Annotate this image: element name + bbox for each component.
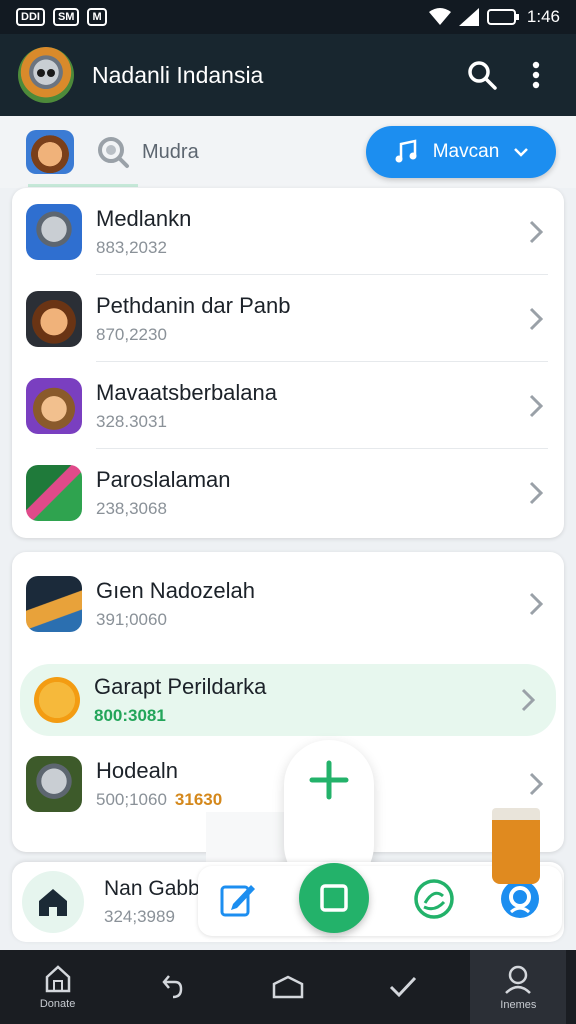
home-shape-icon bbox=[272, 975, 304, 999]
home-icon[interactable] bbox=[22, 871, 84, 933]
sun-icon bbox=[34, 677, 80, 723]
score-badge: 31630 bbox=[174, 789, 223, 809]
list-item-title: Gıen Nadozelah bbox=[96, 577, 255, 603]
nav-label: Inemes bbox=[500, 999, 537, 1011]
list-item-subtitle: 391;0060 bbox=[96, 609, 167, 629]
check-icon bbox=[390, 976, 417, 998]
more-vert-icon[interactable] bbox=[514, 53, 558, 97]
refresh-icon[interactable] bbox=[411, 876, 457, 927]
list-item-subtitle: 328.3031 bbox=[96, 411, 167, 431]
nav-label: Donate bbox=[39, 998, 76, 1010]
search-label: Mudra bbox=[142, 140, 199, 163]
notif-icon: DDI bbox=[16, 8, 45, 26]
chevron-right-icon bbox=[524, 481, 548, 505]
back-icon bbox=[162, 975, 183, 999]
system-nav-bar: Donate Inemes bbox=[0, 950, 576, 1024]
music-button-label: Mavcan bbox=[432, 141, 500, 162]
tab-indicator bbox=[28, 184, 138, 187]
square-button[interactable] bbox=[299, 863, 369, 933]
stop-icon bbox=[320, 884, 348, 912]
list-item-title: Pethdanin dar Panb bbox=[96, 292, 291, 318]
list-item-selected[interactable]: Garapt Perildarka 800:3081 bbox=[20, 664, 556, 736]
battery-icon bbox=[486, 9, 519, 25]
notif-icon: M bbox=[87, 8, 107, 26]
app-title: Nadanli Indansia bbox=[92, 61, 264, 88]
nav-donate[interactable]: Donate bbox=[10, 950, 106, 1024]
music-note-icon bbox=[395, 139, 417, 163]
nav-profile[interactable]: Inemes bbox=[470, 950, 567, 1024]
tent-app-icon bbox=[26, 575, 82, 632]
clock: 1:46 bbox=[526, 7, 560, 26]
back-button[interactable] bbox=[125, 950, 221, 1024]
status-bar: DDI SM M 1:46 bbox=[0, 0, 576, 34]
list-item-subtitle: 870,2230 bbox=[96, 324, 167, 344]
chevron-down-icon bbox=[514, 148, 529, 157]
chevron-right-icon bbox=[524, 394, 548, 418]
check-button[interactable] bbox=[355, 950, 451, 1024]
beer-icon bbox=[492, 808, 540, 884]
search-icon bbox=[98, 137, 129, 168]
list-item-title: Paroslalaman bbox=[96, 466, 231, 492]
notif-icon: SM bbox=[52, 8, 80, 26]
person-search-icon bbox=[505, 965, 532, 994]
filter-bar: Mudra Mavcan bbox=[0, 116, 576, 188]
list-item[interactable]: Pethdanin dar Panb 870,2230 bbox=[12, 275, 564, 362]
chevron-right-icon bbox=[524, 772, 548, 796]
app-logo bbox=[18, 47, 74, 103]
chevron-right-icon bbox=[516, 688, 540, 712]
list-item-subtitle: 883,2032 bbox=[96, 237, 167, 257]
notification-icons: DDI SM M bbox=[16, 8, 107, 26]
character-app-icon bbox=[26, 377, 82, 434]
list-item[interactable]: Gıen Nadozelah 391;0060 bbox=[12, 560, 564, 647]
list-item-subtitle: 800:3081 bbox=[94, 706, 166, 725]
character-app-icon bbox=[26, 290, 82, 347]
music-dropdown-button[interactable]: Mavcan bbox=[366, 126, 556, 178]
plus-icon bbox=[309, 760, 349, 800]
edit-icon[interactable] bbox=[219, 880, 257, 923]
search-icon[interactable] bbox=[460, 53, 504, 97]
list-item-title: Mavaatsberbalana bbox=[96, 379, 278, 405]
list-item-title: Garapt Perildarka bbox=[94, 674, 267, 699]
chevron-right-icon bbox=[524, 307, 548, 331]
sword-app-icon bbox=[26, 464, 82, 521]
chevron-right-icon bbox=[524, 592, 548, 616]
avatar[interactable] bbox=[26, 130, 74, 174]
search-filter[interactable]: Mudra bbox=[96, 135, 366, 169]
list-card: Medlankn 883,2032 Pethdanin dar Panb 870… bbox=[12, 188, 564, 538]
robot-app-icon bbox=[26, 755, 82, 812]
list-item-title: Medlankn bbox=[96, 205, 192, 231]
chevron-right-icon bbox=[524, 220, 548, 244]
list-item[interactable]: Mavaatsberbalana 328.3031 bbox=[12, 362, 564, 449]
list-item[interactable]: Paroslalaman 238,3068 bbox=[12, 449, 564, 536]
list-item-subtitle: 500;1060 bbox=[96, 789, 167, 809]
home-outline-icon bbox=[45, 965, 70, 993]
home-button[interactable] bbox=[240, 950, 336, 1024]
robot-app-icon bbox=[26, 203, 82, 260]
wifi-icon bbox=[428, 8, 451, 25]
app-bar: Nadanli Indansia bbox=[0, 34, 576, 116]
signal-icon bbox=[458, 8, 479, 26]
list-item-subtitle: 238,3068 bbox=[96, 498, 167, 518]
list-item[interactable]: Medlankn 883,2032 bbox=[12, 188, 564, 275]
chat-icon[interactable] bbox=[499, 878, 541, 925]
